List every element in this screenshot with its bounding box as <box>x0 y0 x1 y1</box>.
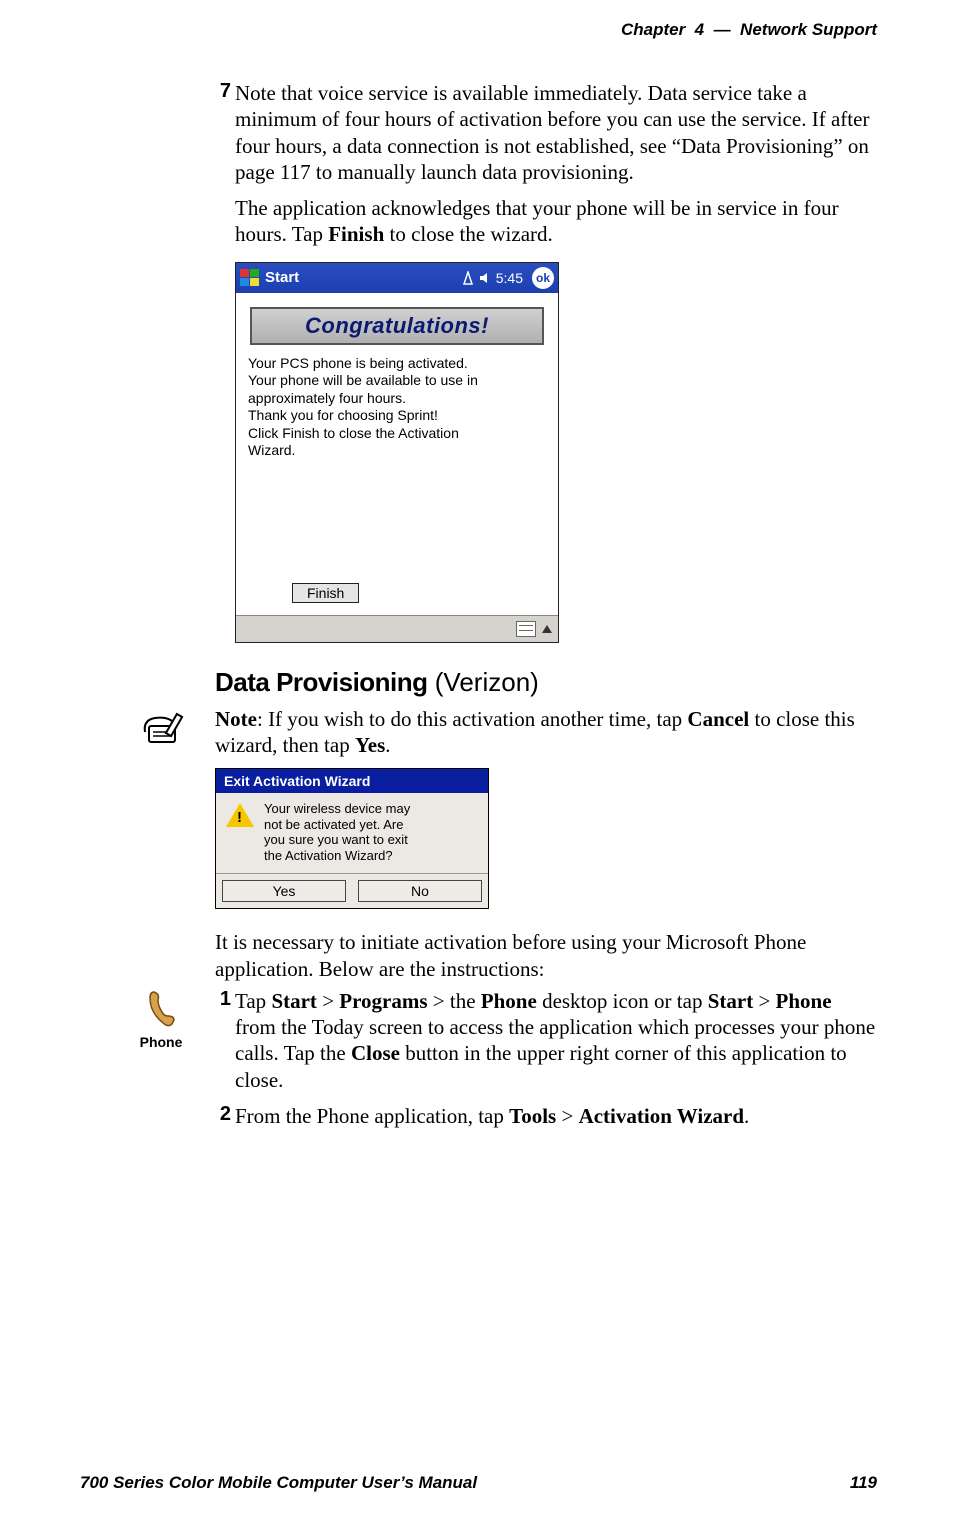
exit-activation-dialog: Exit Activation Wizard Your wireless dev… <box>215 768 489 909</box>
step-7-para2-c: to close the wizard. <box>384 222 553 246</box>
txt: . <box>744 1104 749 1128</box>
section-title-bold: Data Provisioning <box>215 667 428 697</box>
ppc-message: Your PCS phone is being activated. Your … <box>244 355 550 460</box>
input-panel-caret-icon[interactable] <box>542 625 552 633</box>
txt: > <box>556 1104 578 1128</box>
finish-keyword: Finish <box>328 222 384 246</box>
note-text: Note: If you wish to do this activation … <box>215 706 877 759</box>
ppc-msg-line: Thank you for choosing Sprint! <box>248 407 546 425</box>
no-button[interactable]: No <box>358 880 482 902</box>
note-block: Note: If you wish to do this activation … <box>215 706 877 759</box>
cancel-keyword: Cancel <box>687 707 749 731</box>
start-keyword-2: Start <box>708 989 754 1013</box>
programs-keyword: Programs <box>339 989 427 1013</box>
phone-keyword: Phone <box>481 989 537 1013</box>
txt: From the Phone application, tap <box>235 1104 509 1128</box>
ppc-msg-line: Wizard. <box>248 442 546 460</box>
intro-paragraph: It is necessary to initiate activation b… <box>215 929 877 982</box>
page-footer: 700 Series Color Mobile Computer User’s … <box>80 1473 877 1493</box>
txt: Tap <box>235 989 271 1013</box>
step-2-text: From the Phone application, tap Tools > … <box>235 1103 877 1129</box>
phone-keyword-2: Phone <box>776 989 832 1013</box>
note-margin-icon <box>135 708 195 753</box>
windows-flag-icon <box>240 269 260 287</box>
finish-button[interactable]: Finish <box>292 583 359 603</box>
ok-button[interactable]: ok <box>532 267 554 289</box>
section-heading: Data Provisioning (Verizon) <box>215 667 877 698</box>
ppc-msg-line: Click Finish to close the Activation <box>248 425 546 443</box>
txt: > the <box>428 989 481 1013</box>
step-7-para1: Note that voice service is available imm… <box>235 80 877 185</box>
section-title-light: (Verizon) <box>428 667 539 697</box>
warning-icon <box>226 801 254 829</box>
speaker-icon <box>479 272 491 284</box>
dialog-msg-line: you sure you want to exit <box>264 832 410 848</box>
ppc-msg-line: Your phone will be available to use in <box>248 372 546 390</box>
yes-button[interactable]: Yes <box>222 880 346 902</box>
tools-keyword: Tools <box>509 1104 556 1128</box>
start-keyword: Start <box>271 989 317 1013</box>
phone-margin-icon: Phone <box>125 988 197 1050</box>
connectivity-icon <box>462 271 474 285</box>
running-header: Chapter 4 — Network Support <box>80 20 877 40</box>
txt: desktop icon or tap <box>537 989 708 1013</box>
step-number: 7 <box>211 80 231 103</box>
step-1: Phone 1 Tap Start > Programs > the Phone… <box>215 988 877 1093</box>
ppc-taskbar: Start 5:45 ok <box>236 263 558 293</box>
note-icon <box>141 708 189 748</box>
ppc-clock: 5:45 <box>496 270 523 286</box>
ppc-body: Congratulations! Your PCS phone is being… <box>236 293 558 615</box>
yes-keyword: Yes <box>355 733 385 757</box>
keyboard-icon[interactable] <box>516 621 536 637</box>
note-text-a: : If you wish to do this activation anot… <box>257 707 687 731</box>
ppc-bottom-bar <box>236 615 558 642</box>
step-1-text: Tap Start > Programs > the Phone desktop… <box>235 988 877 1093</box>
dialog-msg-line: Your wireless device may <box>264 801 410 817</box>
pocketpc-screenshot: Start 5:45 ok Congratulations! Your PCS … <box>235 262 559 643</box>
phone-label: Phone <box>140 1034 183 1050</box>
ppc-msg-line: Your PCS phone is being activated. <box>248 355 546 373</box>
phone-icon <box>144 988 178 1032</box>
step-2: 2 From the Phone application, tap Tools … <box>215 1103 877 1129</box>
step-number: 1 <box>211 988 231 1011</box>
dialog-title: Exit Activation Wizard <box>216 769 488 793</box>
txt: > <box>753 989 775 1013</box>
dialog-buttons: Yes No <box>216 873 488 908</box>
activation-wizard-keyword: Activation Wizard <box>579 1104 744 1128</box>
note-label: Note <box>215 707 257 731</box>
step-7: 7 Note that voice service is available i… <box>215 80 877 248</box>
close-keyword: Close <box>351 1041 400 1065</box>
ppc-msg-line: approximately four hours. <box>248 390 546 408</box>
step-7-para2: The application acknowledges that your p… <box>235 195 877 248</box>
chapter-number: 4 <box>695 20 704 39</box>
note-text-c: . <box>385 733 390 757</box>
dialog-msg-line: the Activation Wizard? <box>264 848 410 864</box>
page-number: 119 <box>850 1473 877 1493</box>
chapter-label: Chapter <box>621 20 685 39</box>
step-number: 2 <box>211 1103 231 1126</box>
dialog-msg-line: not be activated yet. Are <box>264 817 410 833</box>
dialog-message: Your wireless device may not be activate… <box>264 801 410 863</box>
manual-title: 700 Series Color Mobile Computer User’s … <box>80 1473 477 1493</box>
start-label: Start <box>265 269 299 286</box>
header-separator: — <box>714 20 731 39</box>
dialog-body: Your wireless device may not be activate… <box>216 793 488 873</box>
txt: > <box>317 989 339 1013</box>
congratulations-banner: Congratulations! <box>250 307 544 345</box>
chapter-title: Network Support <box>740 20 877 39</box>
ppc-status-icons: 5:45 ok <box>462 267 554 289</box>
